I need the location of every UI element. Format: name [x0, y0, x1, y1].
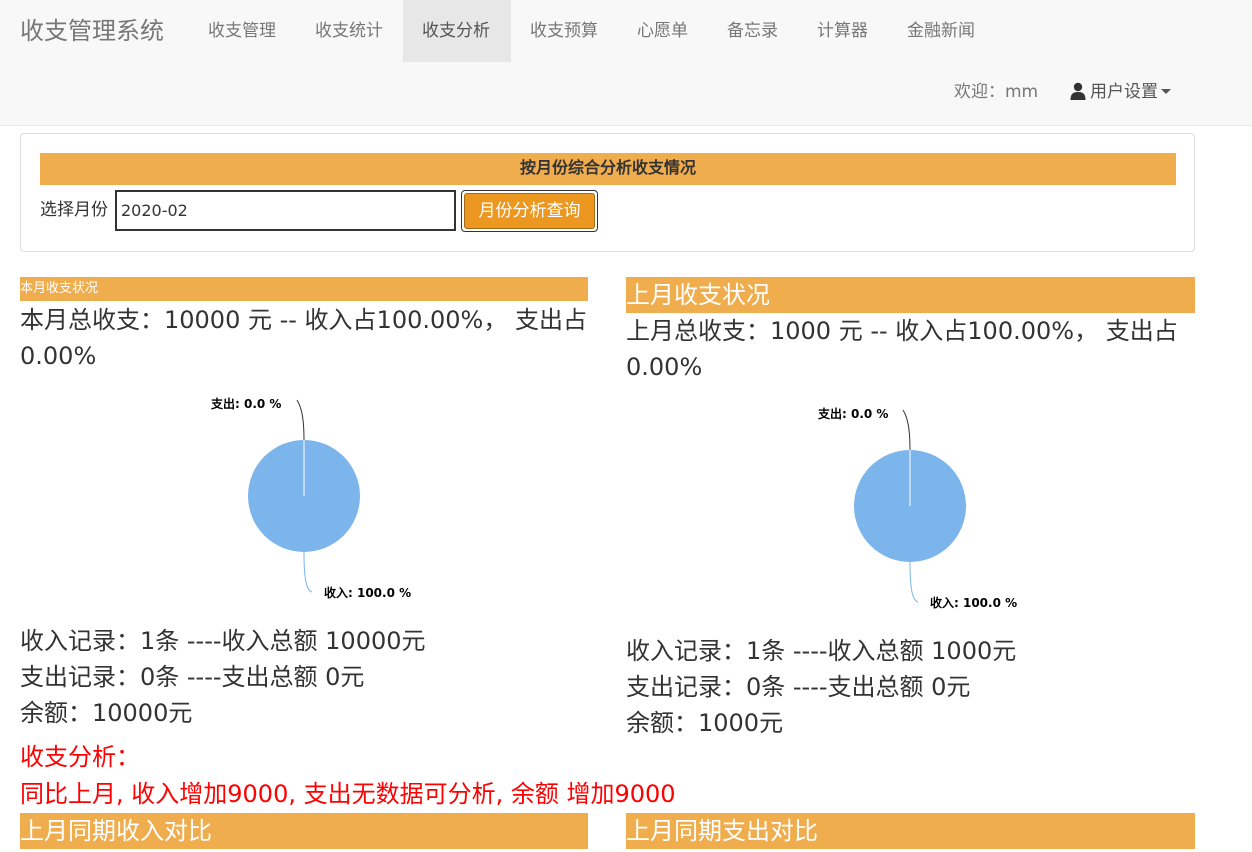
- nav-item-finance-news[interactable]: 金融新闻: [888, 0, 994, 62]
- current-month-balance: 余额：10000元: [20, 699, 193, 727]
- nav-item-statistics[interactable]: 收支统计: [296, 0, 402, 62]
- analysis-title: 收支分析：: [20, 743, 140, 771]
- month-input[interactable]: [115, 190, 456, 231]
- pie-label-expense: 支出: 0.0 %: [210, 396, 281, 411]
- income-label-connector: [909, 561, 919, 603]
- last-month-header: 上月收支状况: [626, 277, 1195, 313]
- last-month-income-record: 收入记录：1条 ----收入总额 1000元: [626, 637, 1017, 665]
- last-month-pie-chart: 支出: 0.0 % 收入: 100.0 %: [817, 406, 1017, 610]
- caret-down-icon: [1161, 89, 1171, 94]
- user-settings-label: 用户设置: [1090, 82, 1158, 102]
- current-month-pie-chart: 支出: 0.0 % 收入: 100.0 %: [210, 396, 411, 600]
- query-panel: 按月份综合分析收支情况 选择月份 月份分析查询: [20, 133, 1195, 252]
- nav-item-income-expense-management[interactable]: 收支管理: [189, 0, 295, 62]
- income-label-connector: [303, 551, 313, 593]
- nav-item-budget[interactable]: 收支预算: [511, 0, 617, 62]
- nav-item-wishlist[interactable]: 心愿单: [618, 0, 707, 62]
- nav-item-analysis[interactable]: 收支分析: [403, 0, 511, 62]
- nav-item-memo[interactable]: 备忘录: [708, 0, 797, 62]
- expense-label-connector: [902, 409, 911, 451]
- last-month-balance: 余额：1000元: [626, 709, 784, 737]
- income-comparison-header: 上月同期收入对比: [20, 813, 588, 849]
- last-month-summary: 上月总收支：1000 元 -- 收入占100.00%， 支出占0.00%: [626, 317, 1178, 381]
- current-month-expense-record: 支出记录：0条 ----支出总额 0元: [20, 663, 365, 691]
- expense-label-connector: [296, 399, 305, 441]
- user-settings-dropdown[interactable]: 用户设置: [1070, 80, 1171, 104]
- nav-item-calculator[interactable]: 计算器: [798, 0, 887, 62]
- welcome-text: 欢迎：mm: [954, 82, 1039, 102]
- brand[interactable]: 收支管理系统: [20, 14, 164, 48]
- last-month-expense-record: 支出记录：0条 ----支出总额 0元: [626, 673, 971, 701]
- current-month-summary: 本月总收支：10000 元 -- 收入占100.00%， 支出占0.00%: [20, 306, 587, 370]
- expense-comparison-header: 上月同期支出对比: [626, 813, 1195, 849]
- navbar: 收支管理系统 收支管理 收支统计 收支分析 收支预算 心愿单 备忘录 计算器 金…: [0, 0, 1252, 126]
- analysis-text: 同比上月, 收入增加9000, 支出无数据可分析, 余额 增加9000: [20, 780, 676, 808]
- pie-label-income: 收入: 100.0 %: [930, 595, 1017, 610]
- current-month-header: 本月收支状况: [20, 277, 588, 301]
- month-label: 选择月份: [40, 200, 108, 220]
- user-icon: [1070, 82, 1086, 100]
- pie-label-expense: 支出: 0.0 %: [817, 406, 888, 421]
- month-query-button-label: 月份分析查询: [464, 193, 595, 229]
- query-panel-title: 按月份综合分析收支情况: [40, 153, 1176, 185]
- pie-label-income: 收入: 100.0 %: [324, 585, 411, 600]
- current-month-income-record: 收入记录：1条 ----收入总额 10000元: [20, 627, 426, 655]
- month-query-button[interactable]: 月份分析查询: [461, 190, 598, 232]
